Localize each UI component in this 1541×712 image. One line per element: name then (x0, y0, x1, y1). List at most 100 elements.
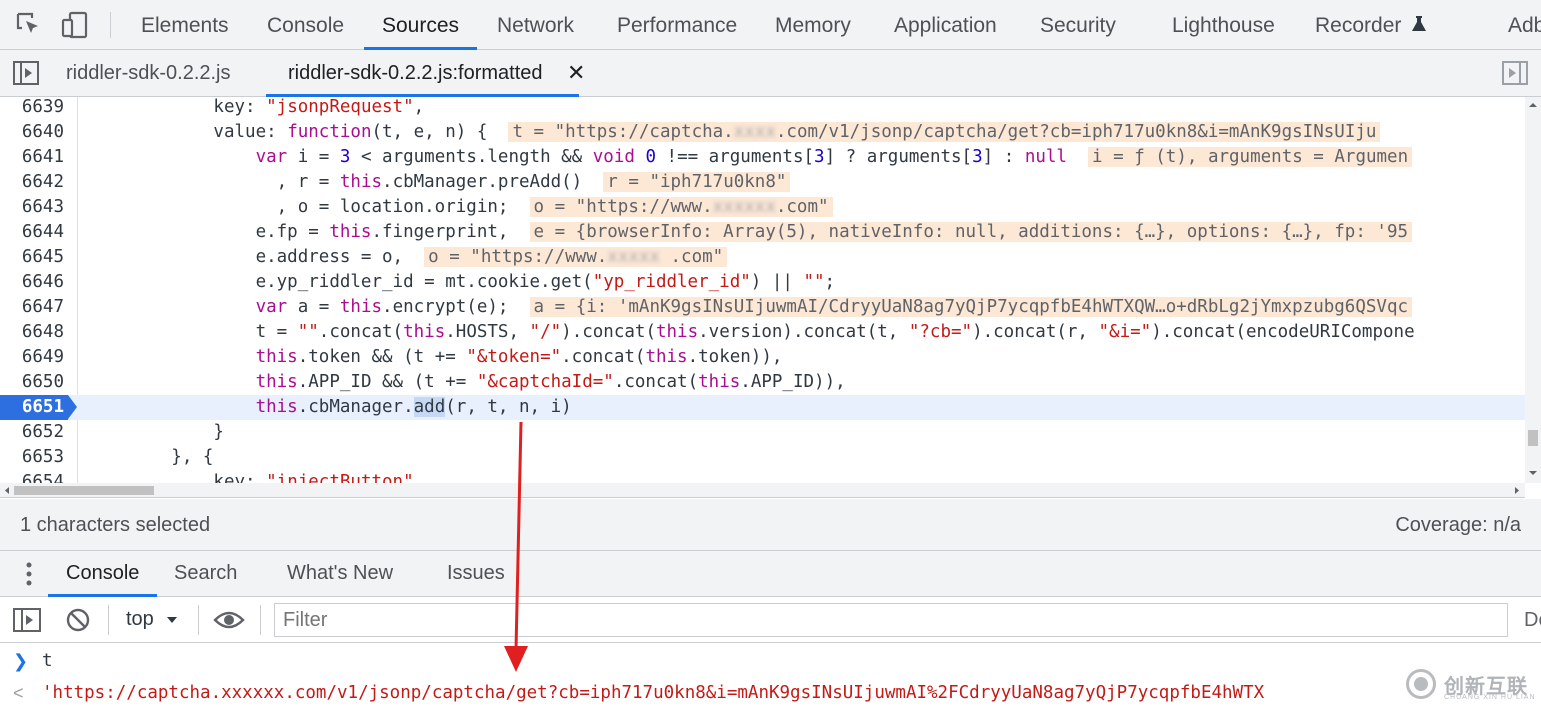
code-line[interactable]: 6648 t = "".concat(this.HOSTS, "/").conc… (0, 320, 1525, 345)
code-text[interactable]: this.cbManager.add(r, t, n, i) (87, 395, 572, 420)
console-result-value[interactable]: 'https://captcha.xxxxxx.com/v1/jsonp/cap… (42, 683, 1264, 703)
drawer-tab-whats-new[interactable]: What's New (287, 551, 393, 597)
code-line[interactable]: 6650 this.APP_ID && (t += "&captchaId=".… (0, 370, 1525, 395)
watermark-logo-icon (1406, 669, 1436, 699)
code-line[interactable]: 6647 var a = this.encrypt(e); a = {i: 'm… (0, 295, 1525, 320)
code-line[interactable]: 6645 e.address = o, o = "https://www.xxx… (0, 245, 1525, 270)
prompt-chevron-icon: ❯ (13, 651, 29, 671)
line-number[interactable]: 6648 (0, 320, 64, 345)
hscroll-thumb[interactable] (14, 486, 154, 495)
tab-application[interactable]: Application (894, 0, 997, 50)
tab-lighthouse[interactable]: Lighthouse (1172, 0, 1275, 50)
drawer-tab-bar: Console Search What's New Issues (0, 551, 1541, 597)
file-tab-source[interactable]: riddler-sdk-0.2.2.js (66, 50, 231, 97)
tab-recorder[interactable]: Recorder (1315, 0, 1427, 50)
editor-horizontal-scrollbar[interactable] (0, 483, 1525, 498)
line-number[interactable]: 6653 (0, 445, 64, 470)
code-line[interactable]: 6653 }, { (0, 445, 1525, 470)
editor-vertical-scrollbar[interactable] (1525, 97, 1541, 483)
toolbar-divider (110, 12, 111, 38)
code-line[interactable]: 6640 value: function(t, e, n) { t = "htt… (0, 120, 1525, 145)
code-line[interactable]: 6642 , r = this.cbManager.preAdd() r = "… (0, 170, 1525, 195)
line-number[interactable]: 6650 (0, 370, 64, 395)
line-number[interactable]: 6644 (0, 220, 64, 245)
scroll-left-icon[interactable] (1, 483, 13, 498)
tab-elements[interactable]: Elements (141, 0, 229, 50)
context-selector[interactable]: top (118, 597, 190, 643)
tab-adblock[interactable]: Adbloc (1508, 0, 1541, 50)
code-editor[interactable]: 6639 key: "jsonpRequest", 6640 value: fun… (0, 97, 1525, 483)
code-line[interactable]: 6641 var i = 3 < arguments.length && voi… (0, 145, 1525, 170)
code-line[interactable]: 6649 this.token && (t += "&token=".conca… (0, 345, 1525, 370)
scroll-right-icon[interactable] (1511, 483, 1523, 498)
drawer-tab-issues[interactable]: Issues (447, 551, 505, 597)
code-text[interactable]: t = "".concat(this.HOSTS, "/").concat(th… (87, 320, 1415, 345)
console-command: t (42, 651, 53, 671)
line-number[interactable]: 6649 (0, 345, 64, 370)
breakpoint-marker-icon[interactable] (68, 395, 77, 419)
code-text[interactable]: e.address = o, o = "https://www.xxxxx .c… (87, 245, 728, 270)
drawer-tab-console[interactable]: Console (47, 551, 158, 597)
code-line[interactable]: 6644 e.fp = this.fingerprint, e = {brows… (0, 220, 1525, 245)
show-console-sidebar-icon[interactable] (13, 608, 41, 632)
code-text[interactable]: key: "injectButton", (87, 470, 424, 483)
toggle-debugger-sidebar-icon[interactable] (1502, 61, 1528, 85)
live-expression-eye-icon[interactable] (213, 608, 245, 632)
selection-status: 1 characters selected (20, 514, 211, 536)
code-line-current[interactable]: 6651 this.cbManager.add(r, t, n, i) (0, 395, 1525, 420)
code-text[interactable]: this.APP_ID && (t += "&captchaId=".conca… (87, 370, 846, 395)
code-text[interactable]: var i = 3 < arguments.length && void 0 !… (87, 145, 1413, 170)
line-number[interactable]: 6652 (0, 420, 64, 445)
code-text[interactable]: } (87, 420, 224, 445)
code-text[interactable]: e.yp_riddler_id = mt.cookie.get("yp_ridd… (87, 270, 836, 295)
line-number[interactable]: 6646 (0, 270, 64, 295)
code-text[interactable]: key: "jsonpRequest", (87, 97, 424, 120)
line-number[interactable]: 6647 (0, 295, 64, 320)
tab-network[interactable]: Network (497, 0, 574, 50)
console-output[interactable]: ❯ t < 'https://captcha.xxxxxx.com/v1/jso… (0, 643, 1541, 712)
tab-performance[interactable]: Performance (617, 0, 737, 50)
toggle-navigator-icon[interactable] (13, 61, 39, 85)
code-text[interactable]: value: function(t, e, n) { t = "https://… (87, 120, 1381, 145)
tab-sources[interactable]: Sources (363, 0, 478, 50)
console-toolbar-divider (260, 605, 261, 635)
coverage-status[interactable]: Coverage: n/a (1395, 514, 1521, 537)
device-toolbar-icon[interactable] (58, 8, 92, 42)
line-number[interactable]: 6654 (0, 470, 64, 483)
code-text[interactable]: e.fp = this.fingerprint, e = {browserInf… (87, 220, 1413, 245)
scroll-down-icon[interactable] (1525, 467, 1541, 479)
code-text[interactable]: }, { (87, 445, 213, 470)
line-number[interactable]: 6645 (0, 245, 64, 270)
code-text[interactable]: , r = this.cbManager.preAdd() r = "iph71… (87, 170, 791, 195)
line-number[interactable]: 6641 (0, 145, 64, 170)
code-line[interactable]: 6646 e.yp_riddler_id = mt.cookie.get("yp… (0, 270, 1525, 295)
code-line[interactable]: 6639 key: "jsonpRequest", (0, 97, 1525, 120)
code-line[interactable]: 6654 key: "injectButton", (0, 470, 1525, 483)
file-tab-formatted[interactable]: riddler-sdk-0.2.2.js:formatted (266, 50, 579, 97)
console-filter-input[interactable] (274, 603, 1508, 637)
context-selector-value: top (126, 608, 154, 630)
code-line[interactable]: 6643 , o = location.origin; o = "https:/… (0, 195, 1525, 220)
drawer-tab-search[interactable]: Search (174, 551, 237, 597)
editor-status-bar: 1 characters selected Coverage: n/a (0, 499, 1541, 551)
code-text[interactable]: var a = this.encrypt(e); a = {i: 'mAnK9g… (87, 295, 1413, 320)
line-number[interactable]: 6643 (0, 195, 64, 220)
tab-security[interactable]: Security (1040, 0, 1116, 50)
code-line[interactable]: 6652 } (0, 420, 1525, 445)
line-number[interactable]: 6640 (0, 120, 64, 145)
line-number[interactable]: 6651 (0, 395, 68, 420)
code-text[interactable]: , o = location.origin; o = "https://www.… (87, 195, 833, 220)
scroll-thumb[interactable] (1528, 430, 1538, 446)
line-number[interactable]: 6639 (0, 97, 64, 120)
default-levels-dropdown[interactable]: De (1524, 609, 1541, 632)
tab-memory[interactable]: Memory (775, 0, 851, 50)
more-tools-icon[interactable] (18, 560, 40, 588)
tab-console[interactable]: Console (267, 0, 344, 50)
clear-console-icon[interactable] (65, 607, 91, 633)
scroll-up-icon[interactable] (1525, 99, 1541, 111)
code-text[interactable]: this.token && (t += "&token=".concat(thi… (87, 345, 783, 370)
close-tab-icon[interactable]: ✕ (567, 60, 585, 86)
watermark-subtext: CHUANG XIN HU LIAN (1444, 694, 1536, 701)
inspect-element-icon[interactable] (12, 8, 46, 42)
line-number[interactable]: 6642 (0, 170, 64, 195)
